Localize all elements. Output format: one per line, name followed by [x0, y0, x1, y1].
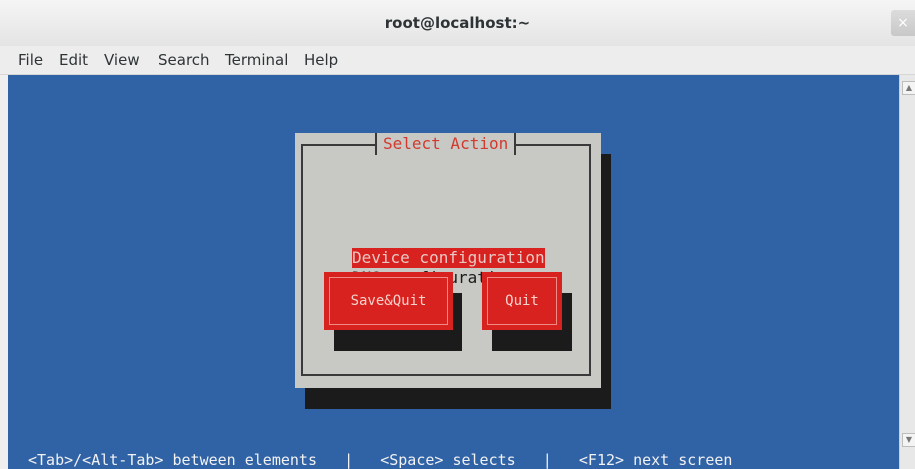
menu-view[interactable]: View: [104, 51, 140, 69]
window-title: root@localhost:~: [384, 14, 531, 32]
menu-search[interactable]: Search: [158, 51, 210, 69]
menu-edit[interactable]: Edit: [59, 51, 88, 69]
status-line: <Tab>/<Alt-Tab> between elements | <Spac…: [28, 451, 732, 469]
list-item-device-configuration[interactable]: Device configuration: [352, 248, 545, 268]
dialog-title: Select Action: [375, 133, 517, 155]
terminal-window: root@localhost:~ × File Edit View Search…: [0, 0, 915, 469]
menu-terminal[interactable]: Terminal: [225, 51, 288, 69]
quit-button-label: Quit: [487, 277, 557, 325]
close-icon[interactable]: ×: [891, 10, 915, 36]
vertical-scrollbar[interactable]: ▲ ▼: [899, 75, 915, 469]
status-separator: |: [542, 451, 552, 469]
menu-bar: File Edit View Search Terminal Help: [0, 46, 915, 75]
save-quit-button[interactable]: Save&Quit: [324, 272, 453, 330]
quit-button[interactable]: Quit: [482, 272, 562, 330]
status-hint-f12: <F12> next screen: [578, 451, 733, 469]
menu-help[interactable]: Help: [304, 51, 338, 69]
status-hint-tab: <Tab>/<Alt-Tab> between elements: [28, 451, 317, 469]
status-separator: |: [344, 451, 354, 469]
terminal-area[interactable]: Select Action Device configuration DNS c…: [8, 75, 899, 469]
save-quit-button-label: Save&Quit: [329, 277, 448, 325]
menu-file[interactable]: File: [18, 51, 43, 69]
title-bar: root@localhost:~ ×: [0, 0, 915, 47]
scroll-down-icon[interactable]: ▼: [902, 433, 915, 447]
scroll-up-icon[interactable]: ▲: [902, 81, 915, 95]
status-hint-space: <Space> selects: [380, 451, 516, 469]
